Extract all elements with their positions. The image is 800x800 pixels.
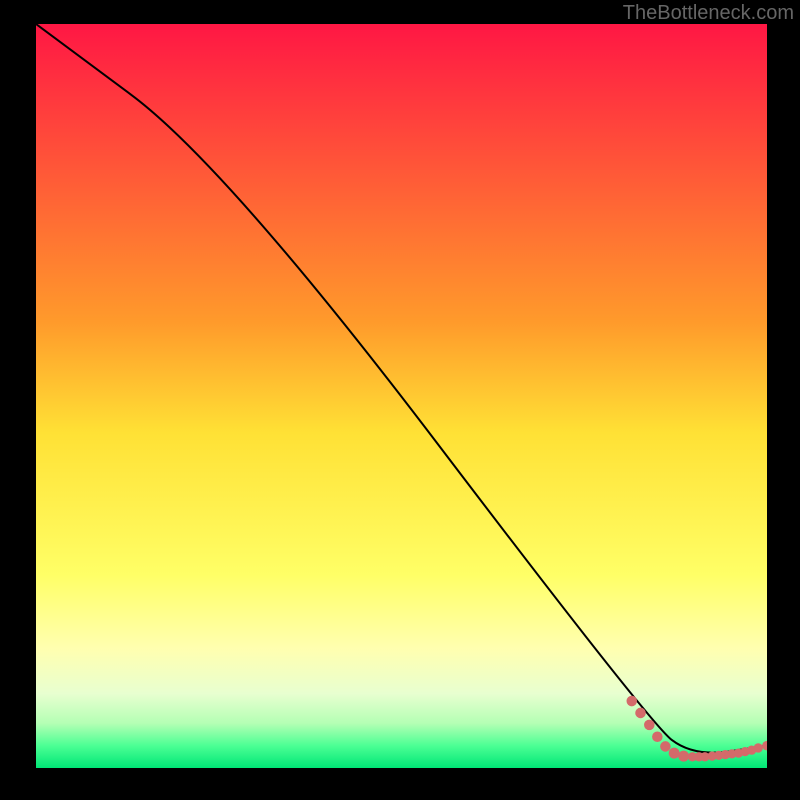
data-marker [660,741,671,752]
plot-area [36,24,767,768]
chart-frame: TheBottleneck.com [0,0,800,800]
data-marker [678,751,689,762]
data-marker [644,720,655,731]
data-marker [635,708,646,719]
data-marker [626,696,637,707]
data-marker [652,731,663,742]
chart-svg [36,24,767,768]
data-marker [669,748,680,759]
watermark-text: TheBottleneck.com [623,2,794,25]
data-marker [754,743,763,752]
